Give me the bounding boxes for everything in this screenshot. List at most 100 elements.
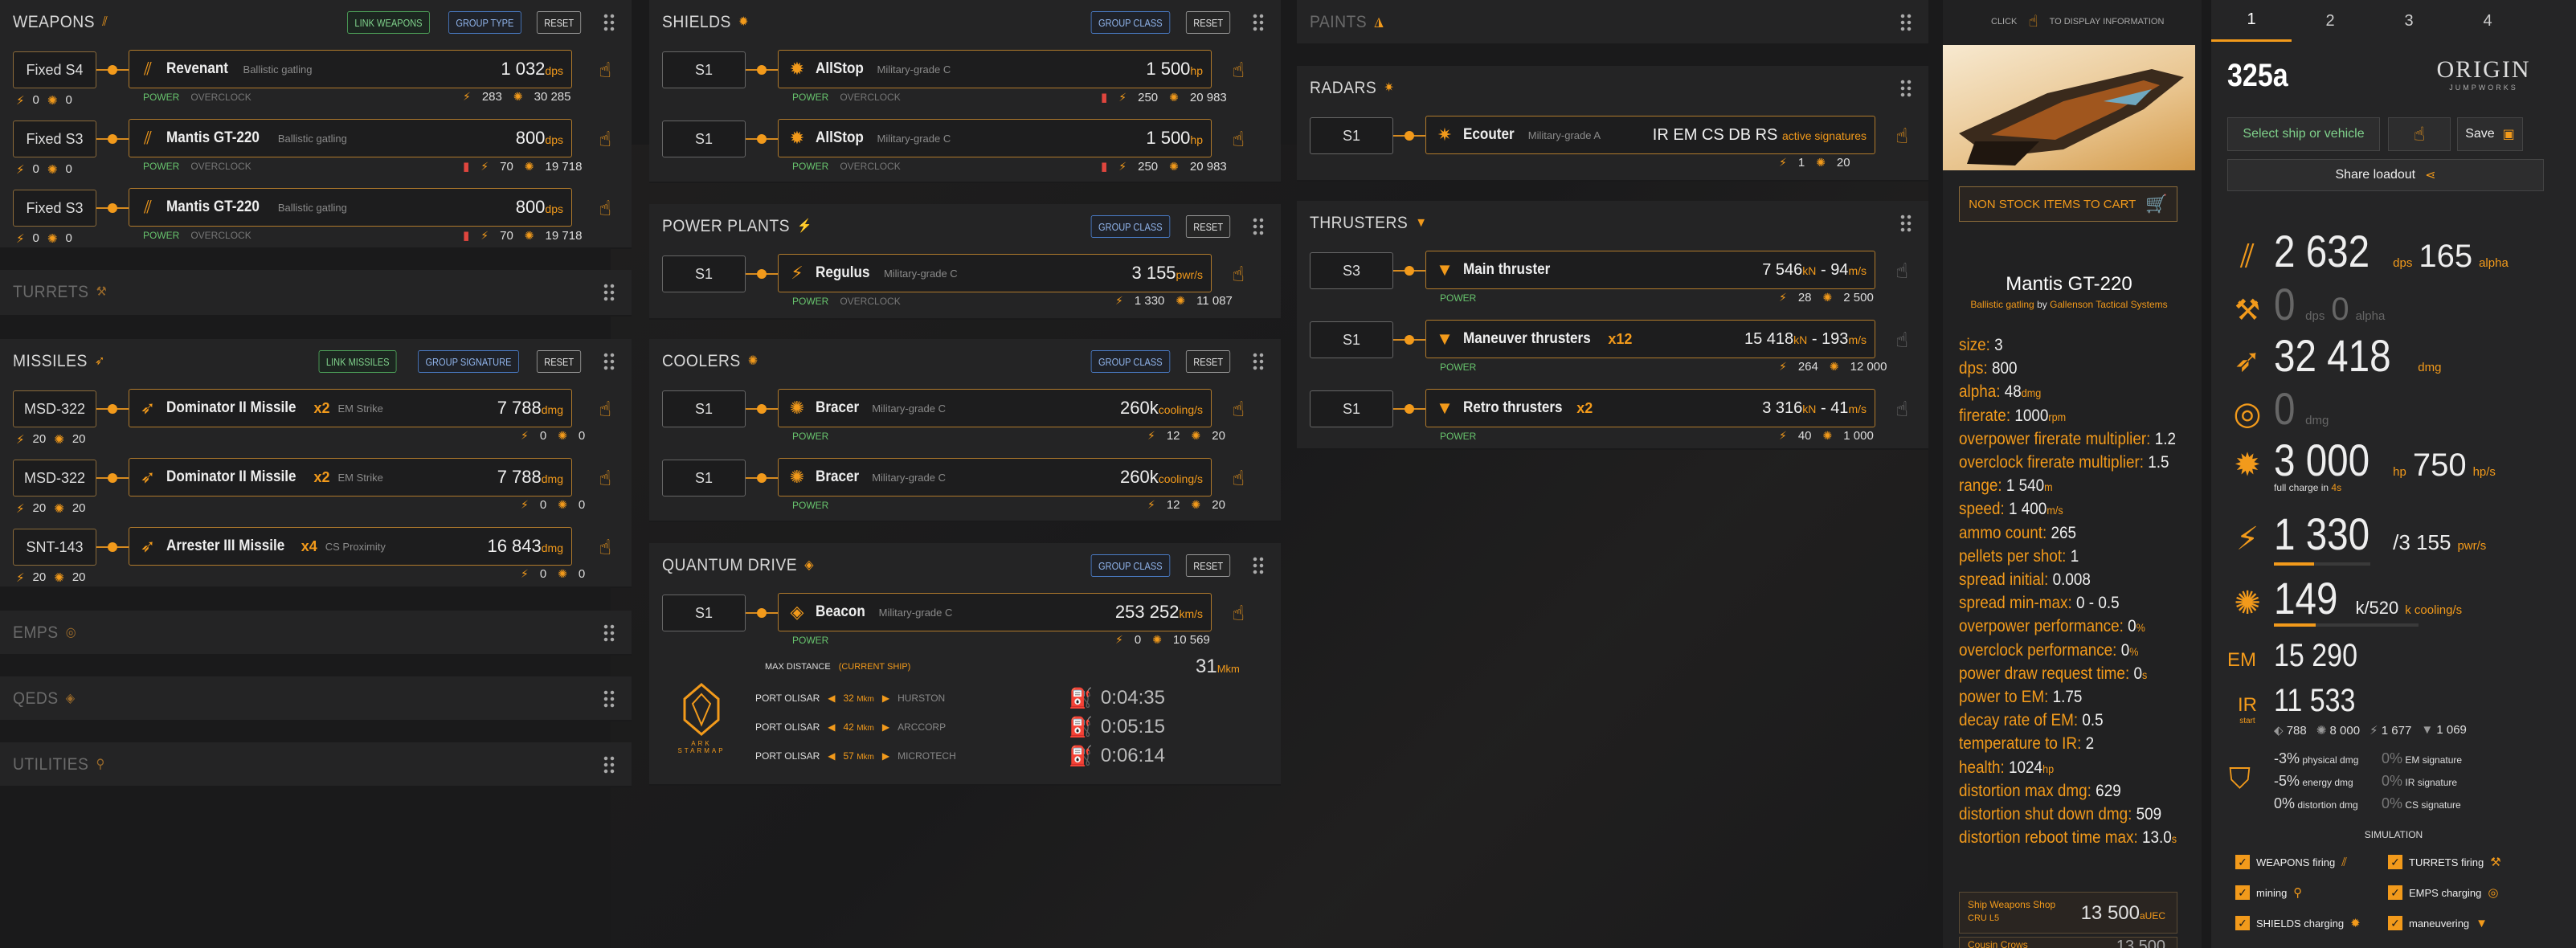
slot-size[interactable]: S1: [662, 51, 746, 88]
component-selector[interactable]: ✷ Ecouter Military-grade A IR EM CS DB R…: [1425, 116, 1875, 154]
component-selector[interactable]: ➶ Dominator II Missile x2 EM Strike 7 788dmg: [129, 458, 572, 496]
resistance-icon: ⛉: [2229, 762, 2251, 795]
checkbox-checked-icon: ✓: [2235, 916, 2250, 930]
hand-pointer-icon[interactable]: ☝: [1228, 58, 1249, 85]
component-selector[interactable]: ✺ Bracer Military-grade C 260kcooling/s: [778, 458, 1212, 496]
slot-size[interactable]: Fixed S3: [13, 190, 96, 227]
reset-button[interactable]: RESET: [1185, 350, 1231, 373]
hand-pointer-icon[interactable]: ☝: [1228, 127, 1249, 154]
reset-button[interactable]: RESET: [536, 11, 582, 34]
hand-pointer-icon[interactable]: ☝: [1228, 466, 1249, 493]
shop-entry[interactable]: Ship Weapons Shop CRU L5 13 500aUEC: [1959, 892, 2177, 934]
slot-size[interactable]: S1: [1310, 390, 1393, 427]
slot-size[interactable]: SNT-143: [13, 529, 96, 566]
drag-handle-icon[interactable]: [1252, 217, 1265, 236]
component-selector[interactable]: ⫽ Revenant Ballistic gatling 1 032dps: [129, 50, 572, 88]
simulation-checkbox[interactable]: ✓ mining ⚲: [2235, 885, 2302, 900]
drag-handle-icon[interactable]: [1899, 214, 1912, 233]
tab-4[interactable]: 4: [2447, 0, 2528, 42]
slot-size[interactable]: S1: [662, 121, 746, 157]
group-class-button[interactable]: GROUP CLASS: [1090, 350, 1170, 373]
ammo-stats: ⚡ 20 ✺ 20: [16, 501, 86, 516]
component-selector[interactable]: ⫽ Mantis GT-220 Ballistic gatling 800dps: [129, 119, 572, 157]
component-selector[interactable]: ✺ Bracer Military-grade C 260kcooling/s: [778, 389, 1212, 427]
slot-size[interactable]: S1: [662, 460, 746, 496]
slot-size[interactable]: MSD-322: [13, 460, 96, 496]
hand-pointer-icon[interactable]: ☝: [1228, 262, 1249, 289]
slot-size[interactable]: S1: [662, 390, 746, 427]
power-icon: ⚡: [791, 263, 803, 283]
component-selector[interactable]: ⚡ Regulus Military-grade C 3 155pwr/s: [778, 254, 1212, 292]
save-button[interactable]: Save ▣: [2457, 117, 2523, 151]
drag-handle-icon[interactable]: [603, 13, 615, 32]
slot-size[interactable]: Fixed S4: [13, 51, 96, 88]
tab-2[interactable]: 2: [2290, 0, 2370, 42]
hand-pointer-icon[interactable]: ☝: [1891, 397, 1912, 424]
hand-pointer-icon[interactable]: ☝: [1891, 328, 1912, 355]
component-selector[interactable]: ✹ AllStop Military-grade C 1 500hp: [778, 50, 1212, 88]
group-class-button[interactable]: GROUP CLASS: [1090, 215, 1170, 238]
simulation-checkbox[interactable]: ✓ WEAPONS firing ⫽: [2235, 855, 2347, 869]
slot-size[interactable]: MSD-322: [13, 390, 96, 427]
select-ship-button[interactable]: Select ship or vehicle: [2227, 117, 2380, 151]
drag-handle-icon[interactable]: [603, 623, 615, 643]
turrets-dps-stat: ⚒ 0 dps 0 alpha: [2227, 278, 2385, 330]
component-selector[interactable]: ◈ Beacon Military-grade C 253 252km/s: [778, 593, 1212, 631]
share-loadout-button[interactable]: Share loadout ⋖: [2227, 159, 2544, 191]
component-selector[interactable]: ▼ Main thruster 7 546kN - 94m/s: [1425, 251, 1875, 289]
slot-size[interactable]: S1: [662, 255, 746, 292]
hand-pointer-icon[interactable]: ☝: [595, 196, 615, 223]
hand-pointer-icon[interactable]: ☝: [595, 535, 615, 562]
simulation-checkbox[interactable]: ✓ SHIELDS charging ✹: [2235, 916, 2361, 930]
component-selector[interactable]: ▼ Retro thrusters x2 3 316kN - 41m/s: [1425, 389, 1875, 427]
hand-pointer-icon[interactable]: ☝: [595, 127, 615, 154]
component-selector[interactable]: ⫽ Mantis GT-220 Ballistic gatling 800dps: [129, 188, 572, 227]
simulation-checkbox[interactable]: ✓ TURRETS firing ⚒: [2388, 855, 2501, 869]
hand-pointer-icon[interactable]: ☝: [1891, 259, 1912, 286]
drag-handle-icon[interactable]: [1899, 13, 1912, 32]
drag-handle-icon[interactable]: [603, 689, 615, 709]
hand-pointer-icon[interactable]: ☝: [1891, 124, 1912, 151]
reset-button[interactable]: RESET: [1185, 11, 1231, 34]
drag-handle-icon[interactable]: [603, 283, 615, 302]
slot-size[interactable]: S1: [1310, 117, 1393, 154]
drag-handle-icon[interactable]: [1252, 556, 1265, 575]
group-type-button[interactable]: GROUP TYPE: [448, 11, 521, 34]
drag-handle-icon[interactable]: [1252, 352, 1265, 371]
hand-pointer-icon[interactable]: ☝: [1228, 601, 1249, 628]
hand-pointer-icon[interactable]: ☝: [595, 58, 615, 85]
slot-size[interactable]: S1: [662, 595, 746, 631]
reset-button[interactable]: RESET: [1185, 554, 1231, 577]
simulation-checkbox[interactable]: ✓ EMPS charging ◎: [2388, 885, 2498, 900]
max-distance: MAX DISTANCE (CURRENT SHIP): [765, 662, 911, 672]
reset-button[interactable]: RESET: [1185, 215, 1231, 238]
hand-pointer-icon[interactable]: ☝: [1228, 397, 1249, 424]
pointer-mode-button[interactable]: ☝: [2388, 117, 2451, 151]
drag-handle-icon[interactable]: [603, 755, 615, 774]
cart-icon: 🛒: [2145, 194, 2168, 214]
reset-button[interactable]: RESET: [536, 350, 582, 373]
slot-size[interactable]: S1: [1310, 321, 1393, 358]
drag-handle-icon[interactable]: [603, 352, 615, 371]
shop-entry[interactable]: Cousin Crows 13 500: [1959, 937, 2177, 948]
link-missiles-button[interactable]: LINK MISSILES: [318, 350, 398, 373]
slot-size[interactable]: S3: [1310, 252, 1393, 289]
component-selector[interactable]: ➶ Arrester III Missile x4 CS Proximity 16 84…: [129, 527, 572, 566]
group-class-button[interactable]: GROUP CLASS: [1090, 11, 1170, 34]
hand-pointer-icon[interactable]: ☝: [595, 466, 615, 493]
group-signature-button[interactable]: GROUP SIGNATURE: [417, 350, 519, 373]
hand-pointer-icon[interactable]: ☝: [595, 397, 615, 424]
component-selector[interactable]: ➶ Dominator II Missile x2 EM Strike 7 788dmg: [129, 389, 572, 427]
link-weapons-button[interactable]: LINK WEAPONS: [346, 11, 430, 34]
component-selector[interactable]: ▼ Maneuver thrusters x12 15 418kN - 193m/s: [1425, 320, 1875, 358]
component-selector[interactable]: ✹ AllStop Military-grade C 1 500hp: [778, 119, 1212, 157]
tab-1[interactable]: 1: [2211, 0, 2292, 42]
add-to-cart-button[interactable]: NON STOCK ITEMS TO CART 🛒: [1959, 186, 2177, 222]
drag-handle-icon[interactable]: [1252, 13, 1265, 32]
drag-handle-icon[interactable]: [1899, 79, 1912, 98]
slot-size[interactable]: Fixed S3: [13, 121, 96, 157]
tab-3[interactable]: 3: [2369, 0, 2449, 42]
simulation-checkbox[interactable]: ✓ maneuvering ▼: [2388, 916, 2488, 930]
ammo-stats: ⚡ 20 ✺ 20: [16, 432, 86, 447]
group-class-button[interactable]: GROUP CLASS: [1090, 554, 1170, 577]
